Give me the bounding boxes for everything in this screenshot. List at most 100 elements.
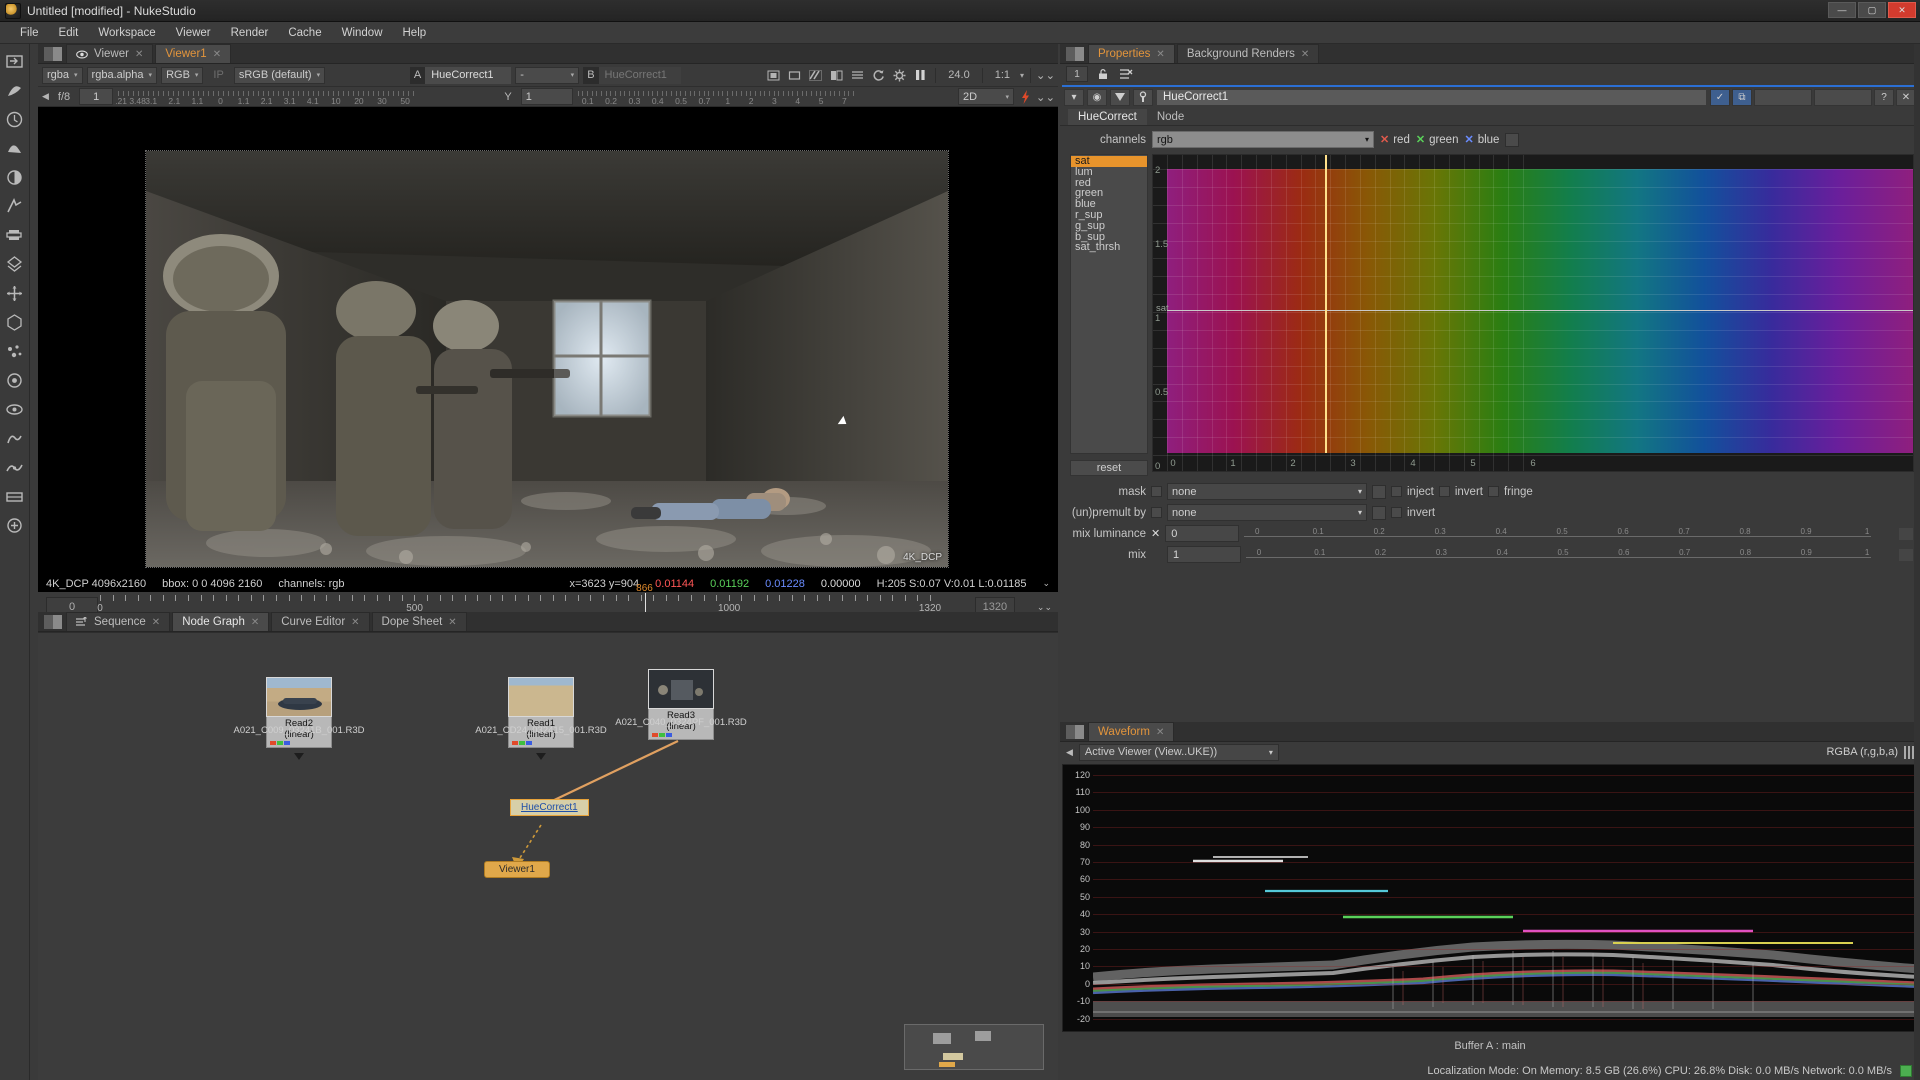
tab-sequence[interactable]: Sequence ✕ xyxy=(66,612,171,631)
curve-channel-sat_thrsh[interactable]: sat_thrsh xyxy=(1071,242,1147,253)
viewer-ruler-primary[interactable]: 1.21 3.483.12.11.101.12.13.14.110203050 xyxy=(116,87,496,106)
metadata-node-icon[interactable] xyxy=(4,427,26,449)
menu-workspace[interactable]: Workspace xyxy=(88,24,165,42)
green-toggle[interactable]: ✕ green xyxy=(1416,133,1459,147)
views-node-icon[interactable] xyxy=(4,398,26,420)
curve-playhead[interactable] xyxy=(1325,155,1327,453)
unlock-icon[interactable] xyxy=(1094,66,1111,83)
curve-channel-lum[interactable]: lum xyxy=(1071,166,1147,178)
mix-luminance-anim-marker[interactable]: ✕ xyxy=(1151,527,1160,540)
tab-node-graph[interactable]: Node Graph ✕ xyxy=(172,612,270,631)
roi-icon[interactable] xyxy=(765,67,782,84)
waveform-source-select[interactable]: Active Viewer (View..UKE)) ▾ xyxy=(1078,743,1279,761)
mask-swap-button[interactable] xyxy=(1372,484,1386,499)
proxy-icon[interactable] xyxy=(786,67,803,84)
triangle-down-icon[interactable]: ▾ xyxy=(1064,88,1084,106)
tab-close[interactable]: ✕ xyxy=(448,617,456,628)
mix-luminance-field[interactable]: 0 xyxy=(1165,525,1240,542)
list-icon[interactable] xyxy=(849,67,866,84)
tab-properties-close[interactable]: ✕ xyxy=(1156,49,1164,60)
waveform-prev-icon[interactable]: ◀ xyxy=(1066,747,1073,758)
tab-viewer-close[interactable]: ✕ xyxy=(135,49,143,60)
premult-select[interactable]: none ▾ xyxy=(1167,504,1367,521)
toolsets-node-icon[interactable] xyxy=(4,456,26,478)
frame-increment-field[interactable]: 1 xyxy=(79,88,114,105)
viewer-ruler-secondary[interactable]: 0.1 0.2 0.3 0.4 0.5 0.7 1 2 3 4 5 7 xyxy=(575,87,955,106)
menu-cache[interactable]: Cache xyxy=(278,24,331,42)
viewer-a-input[interactable]: A HueCorrect1 xyxy=(409,66,512,84)
image-node-icon[interactable] xyxy=(4,50,26,72)
viewer2-expand-icon[interactable]: ⌄⌄ xyxy=(1036,88,1055,105)
mix-field[interactable]: 1 xyxy=(1167,546,1241,563)
draw-node-icon[interactable] xyxy=(4,79,26,101)
viewer-colorspace-select[interactable]: sRGB (default) ▾ xyxy=(233,66,326,84)
transform-node-icon[interactable] xyxy=(4,282,26,304)
viewer-display-select[interactable]: RGB ▾ xyxy=(161,66,204,84)
tab-background-renders[interactable]: Background Renders ✕ xyxy=(1176,44,1320,63)
waveform-bars-icon[interactable] xyxy=(1904,745,1914,759)
tab-curve-editor[interactable]: Curve Editor ✕ xyxy=(271,612,370,631)
tab-waveform[interactable]: Waveform ✕ xyxy=(1088,722,1175,741)
nodegraph-canvas[interactable]: Read2 (linear) A021_C009_03241B_001.R3D Rea… xyxy=(38,632,1058,1080)
premult-checkbox[interactable] xyxy=(1151,507,1162,518)
mix-luminance-curve-icon[interactable] xyxy=(1898,526,1914,541)
wipe-icon[interactable] xyxy=(807,67,824,84)
tab-viewer1-close[interactable]: ✕ xyxy=(213,49,221,60)
tab-background-renders-close[interactable]: ✕ xyxy=(1301,49,1309,60)
dup-icon[interactable]: ⧉ xyxy=(1732,88,1752,106)
right-scrollbar[interactable] xyxy=(1914,44,1920,1080)
node-viewer1[interactable]: Viewer1 xyxy=(484,861,550,878)
huecorrect-curve-plot[interactable]: 2 1.5 1 0.5 0 0 1 2 3 4 5 6 sat xyxy=(1152,154,1914,472)
deep-node-icon[interactable] xyxy=(4,369,26,391)
check-icon[interactable]: ✓ xyxy=(1710,88,1730,106)
viewer-ip-label[interactable]: IP xyxy=(207,69,229,81)
channels-extra-button[interactable] xyxy=(1505,132,1520,147)
properties-node-name[interactable]: HueCorrect1 xyxy=(1156,88,1707,106)
premult-swap-button[interactable] xyxy=(1372,505,1386,520)
viewer-zoom-field[interactable]: 1:1 xyxy=(989,69,1016,81)
timeline-expand-icon[interactable]: ⌄⌄ xyxy=(1037,602,1052,613)
properties-pane-grip[interactable] xyxy=(1066,47,1084,61)
menu-edit[interactable]: Edit xyxy=(49,24,89,42)
menu-viewer[interactable]: Viewer xyxy=(166,24,221,42)
tab-close[interactable]: ✕ xyxy=(152,617,160,628)
filter-node-icon[interactable] xyxy=(4,195,26,217)
channel-node-icon[interactable] xyxy=(4,137,26,159)
fringe-checkbox[interactable] xyxy=(1487,486,1499,497)
inject-checkbox[interactable] xyxy=(1391,486,1402,497)
blue-toggle[interactable]: ✕ blue xyxy=(1464,133,1499,147)
mask-invert-checkbox[interactable] xyxy=(1438,486,1450,497)
red-toggle[interactable]: ✕ red xyxy=(1380,133,1410,147)
viewer-expand-icon[interactable]: ⌄⌄ xyxy=(1036,67,1055,84)
viewer-mode-select[interactable]: 2D ▾ xyxy=(958,88,1014,105)
viewer-pane-grip[interactable] xyxy=(44,47,62,61)
tab-waveform-close[interactable]: ✕ xyxy=(1156,727,1164,738)
time-node-icon[interactable] xyxy=(4,108,26,130)
menu-file[interactable]: File xyxy=(10,24,49,42)
merge-node-icon[interactable] xyxy=(4,253,26,275)
3d-node-icon[interactable] xyxy=(4,311,26,333)
nodegraph-pane-grip[interactable] xyxy=(44,615,62,629)
minimize-button[interactable]: — xyxy=(1828,2,1856,18)
node-read2[interactable]: Read2 (linear) A021_C009_03241B_001.R3D xyxy=(234,677,365,760)
viewer-image-area[interactable]: 4K_DCP xyxy=(38,107,1058,575)
tab-viewer1[interactable]: Viewer1 ✕ xyxy=(155,44,232,63)
plugin-node-icon[interactable] xyxy=(4,514,26,536)
curve-channel-g_sup[interactable]: g_sup xyxy=(1071,220,1147,232)
gear-icon[interactable] xyxy=(891,67,908,84)
subtab-huecorrect[interactable]: HueCorrect xyxy=(1068,109,1147,125)
bolt-icon[interactable] xyxy=(1017,88,1034,105)
prev-arrow-icon[interactable]: ◀ xyxy=(42,91,49,102)
chevron-down-icon[interactable]: ▾ xyxy=(1020,71,1024,80)
mask-checkbox[interactable] xyxy=(1151,486,1162,497)
node-read1[interactable]: Read1 (linear) A021_CD24_032415_001.R3D xyxy=(475,677,607,760)
mask-select[interactable]: none ▾ xyxy=(1167,483,1367,500)
subtab-node[interactable]: Node xyxy=(1146,109,1195,125)
menu-help[interactable]: Help xyxy=(393,24,437,42)
menu-render[interactable]: Render xyxy=(221,24,279,42)
tab-close[interactable]: ✕ xyxy=(251,617,259,628)
maximize-button[interactable]: ▢ xyxy=(1858,2,1886,18)
pause-icon[interactable] xyxy=(912,67,929,84)
wrench-icon[interactable] xyxy=(1133,88,1153,106)
menu-window[interactable]: Window xyxy=(332,24,393,42)
